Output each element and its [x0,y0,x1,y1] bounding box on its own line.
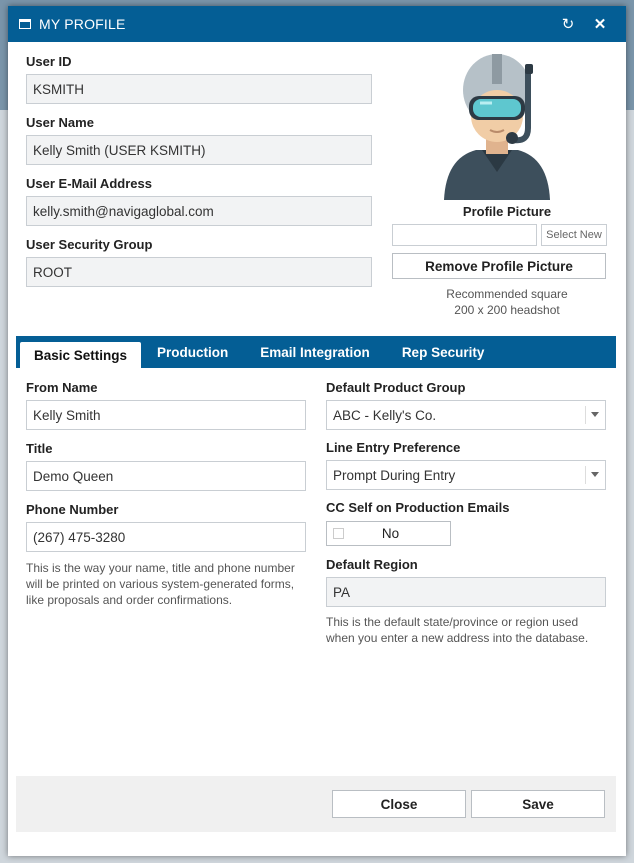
name-print-help: This is the way your name, title and pho… [26,561,295,607]
default-region-field[interactable]: PA [326,577,606,607]
my-profile-dialog: MY PROFILE ↻ ✕ User ID KSMITH User Name … [8,6,626,856]
chevron-down-icon [591,472,599,477]
user-id-field: KSMITH [26,74,372,104]
product-group-value: ABC - Kelly's Co. [333,407,437,423]
close-button[interactable]: Close [332,790,466,818]
chevron-down-icon [591,412,599,417]
select-separator [585,406,586,424]
close-icon[interactable]: ✕ [588,6,612,42]
phone-input[interactable]: (267) 475-3280 [26,522,306,552]
refresh-icon[interactable]: ↻ [556,6,580,42]
cc-self-toggle[interactable]: No [326,521,451,546]
select-new-button[interactable]: Select New [541,224,607,246]
region-help: This is the default state/province or re… [326,615,589,645]
picture-hint-line-2: 200 x 200 headshot [454,303,560,317]
picture-hint: Recommended square 200 x 200 headshot [400,286,614,318]
tab-basic-settings[interactable]: Basic Settings [20,342,142,368]
title-label: Title [26,441,53,456]
email-label: User E-Mail Address [26,176,152,191]
dialog-titlebar: MY PROFILE ↻ ✕ [8,6,626,42]
from-name-label: From Name [26,380,98,395]
select-separator [585,466,586,484]
tab-rep-security[interactable]: Rep Security [386,336,501,368]
security-group-label: User Security Group [26,237,153,252]
default-region-label: Default Region [326,557,418,572]
tab-email-integration[interactable]: Email Integration [244,336,386,368]
line-entry-select[interactable]: Prompt During Entry [326,460,606,490]
cc-self-label: CC Self on Production Emails [326,500,510,515]
security-group-field: ROOT [26,257,372,287]
cc-self-value: No [381,526,400,541]
picture-file-input[interactable] [392,224,537,246]
user-name-label: User Name [26,115,94,130]
email-field: kelly.smith@navigaglobal.com [26,196,372,226]
remove-picture-button[interactable]: Remove Profile Picture [392,253,606,279]
line-entry-label: Line Entry Preference [326,440,461,455]
window-icon [19,19,31,29]
picture-hint-line-1: Recommended square [446,287,568,301]
product-group-label: Default Product Group [326,380,466,395]
dialog-footer: Close Save [16,776,616,832]
from-name-input[interactable]: Kelly Smith [26,400,306,430]
user-name-field: Kelly Smith (USER KSMITH) [26,135,372,165]
product-group-select[interactable]: ABC - Kelly's Co. [326,400,606,430]
user-id-label: User ID [26,54,72,69]
save-button[interactable]: Save [471,790,605,818]
profile-picture [444,54,550,200]
settings-tabs: Basic Settings Production Email Integrat… [16,336,616,368]
dialog-title: MY PROFILE [39,16,126,32]
tab-production[interactable]: Production [141,336,244,368]
profile-picture-label: Profile Picture [462,204,552,219]
title-input[interactable]: Demo Queen [26,461,306,491]
phone-label: Phone Number [26,502,119,517]
line-entry-value: Prompt During Entry [333,467,456,483]
